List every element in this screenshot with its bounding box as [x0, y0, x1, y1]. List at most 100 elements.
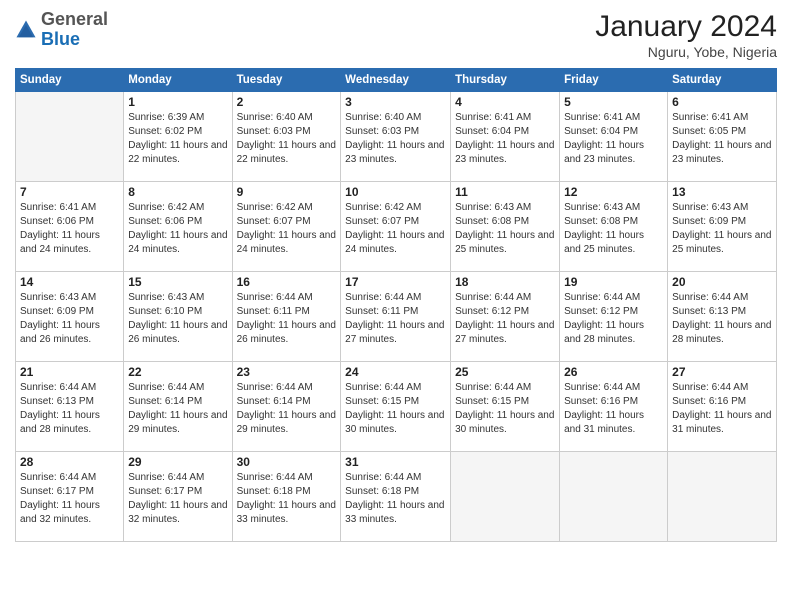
- day-info: Sunrise: 6:40 AMSunset: 6:03 PMDaylight:…: [237, 111, 337, 167]
- calendar-header-sunday: Sunday: [16, 69, 124, 92]
- day-info: Sunrise: 6:42 AMSunset: 6:06 PMDaylight:…: [128, 201, 227, 257]
- calendar-cell: 31Sunrise: 6:44 AMSunset: 6:18 PMDayligh…: [341, 452, 451, 542]
- day-info: Sunrise: 6:40 AMSunset: 6:03 PMDaylight:…: [345, 111, 446, 167]
- logo-general: General: [41, 9, 108, 29]
- day-info: Sunrise: 6:41 AMSunset: 6:06 PMDaylight:…: [20, 201, 119, 257]
- day-number: 15: [128, 275, 227, 289]
- day-number: 20: [672, 275, 772, 289]
- day-number: 1: [128, 95, 227, 109]
- day-info: Sunrise: 6:44 AMSunset: 6:17 PMDaylight:…: [128, 471, 227, 527]
- calendar-cell: 22 Sunrise: 6:44 AMSunset: 6:14 PMDayligh…: [124, 362, 232, 452]
- day-number: 27: [672, 365, 772, 379]
- day-number: 24: [345, 365, 446, 379]
- calendar-cell: 4 Sunrise: 6:41 AMSunset: 6:04 PMDaylight…: [451, 92, 560, 182]
- day-info: Sunrise: 6:43 AMSunset: 6:09 PMDaylight:…: [672, 201, 772, 257]
- day-info: Sunrise: 6:44 AMSunset: 6:11 PMDaylight:…: [345, 291, 446, 347]
- day-info: Sunrise: 6:44 AMSunset: 6:14 PMDaylight:…: [128, 381, 227, 437]
- calendar-cell: [668, 452, 777, 542]
- day-info: Sunrise: 6:43 AMSunset: 6:08 PMDaylight:…: [455, 201, 555, 257]
- day-number: 6: [672, 95, 772, 109]
- day-number: 4: [455, 95, 555, 109]
- day-number: 13: [672, 185, 772, 199]
- day-info: Sunrise: 6:44 AMSunset: 6:11 PMDaylight:…: [237, 291, 337, 347]
- calendar-cell: 11 Sunrise: 6:43 AMSunset: 6:08 PMDayligh…: [451, 182, 560, 272]
- calendar-header-wednesday: Wednesday: [341, 69, 451, 92]
- calendar-cell: 30 Sunrise: 6:44 AMSunset: 6:18 PMDayligh…: [232, 452, 341, 542]
- day-number: 16: [237, 275, 337, 289]
- calendar-cell: 2 Sunrise: 6:40 AMSunset: 6:03 PMDaylight…: [232, 92, 341, 182]
- day-number: 14: [20, 275, 119, 289]
- day-number: 2: [237, 95, 337, 109]
- day-info: Sunrise: 6:44 AMSunset: 6:16 PMDaylight:…: [672, 381, 772, 437]
- day-info: Sunrise: 6:42 AMSunset: 6:07 PMDaylight:…: [345, 201, 446, 257]
- day-number: 30: [237, 455, 337, 469]
- calendar-header-thursday: Thursday: [451, 69, 560, 92]
- calendar-cell: 7 Sunrise: 6:41 AMSunset: 6:06 PMDaylight…: [16, 182, 124, 272]
- day-number: 23: [237, 365, 337, 379]
- title-section: January 2024 Nguru, Yobe, Nigeria: [595, 10, 777, 60]
- calendar-cell: 20 Sunrise: 6:44 AMSunset: 6:13 PMDayligh…: [668, 272, 777, 362]
- calendar-cell: 3 Sunrise: 6:40 AMSunset: 6:03 PMDaylight…: [341, 92, 451, 182]
- day-number: 22: [128, 365, 227, 379]
- calendar-cell: 12 Sunrise: 6:43 AMSunset: 6:08 PMDayligh…: [560, 182, 668, 272]
- calendar-week-row: 1 Sunrise: 6:39 AMSunset: 6:02 PMDaylight…: [16, 92, 777, 182]
- day-info: Sunrise: 6:44 AMSunset: 6:13 PMDaylight:…: [20, 381, 119, 437]
- calendar-cell: 5 Sunrise: 6:41 AMSunset: 6:04 PMDaylight…: [560, 92, 668, 182]
- logo-icon: [15, 19, 37, 41]
- day-info: Sunrise: 6:44 AMSunset: 6:17 PMDaylight:…: [20, 471, 119, 527]
- calendar-cell: 13 Sunrise: 6:43 AMSunset: 6:09 PMDayligh…: [668, 182, 777, 272]
- day-info: Sunrise: 6:42 AMSunset: 6:07 PMDaylight:…: [237, 201, 337, 257]
- calendar-cell: 6Sunrise: 6:41 AMSunset: 6:05 PMDaylight…: [668, 92, 777, 182]
- calendar-header-friday: Friday: [560, 69, 668, 92]
- calendar-cell: 17 Sunrise: 6:44 AMSunset: 6:11 PMDayligh…: [341, 272, 451, 362]
- day-info: Sunrise: 6:41 AMSunset: 6:04 PMDaylight:…: [455, 111, 555, 167]
- day-number: 31: [345, 455, 446, 469]
- day-info: Sunrise: 6:44 AMSunset: 6:14 PMDaylight:…: [237, 381, 337, 437]
- calendar-cell: 23 Sunrise: 6:44 AMSunset: 6:14 PMDayligh…: [232, 362, 341, 452]
- day-info: Sunrise: 6:44 AMSunset: 6:15 PMDaylight:…: [455, 381, 555, 437]
- day-number: 7: [20, 185, 119, 199]
- day-info: Sunrise: 6:44 AMSunset: 6:16 PMDaylight:…: [564, 381, 663, 437]
- calendar-header-row: SundayMondayTuesdayWednesdayThursdayFrid…: [16, 69, 777, 92]
- calendar-cell: 29 Sunrise: 6:44 AMSunset: 6:17 PMDayligh…: [124, 452, 232, 542]
- calendar-cell: 18Sunrise: 6:44 AMSunset: 6:12 PMDayligh…: [451, 272, 560, 362]
- day-info: Sunrise: 6:43 AMSunset: 6:08 PMDaylight:…: [564, 201, 663, 257]
- day-info: Sunrise: 6:44 AMSunset: 6:15 PMDaylight:…: [345, 381, 446, 437]
- day-info: Sunrise: 6:39 AMSunset: 6:02 PMDaylight:…: [128, 111, 227, 167]
- calendar-week-row: 14 Sunrise: 6:43 AMSunset: 6:09 PMDayligh…: [16, 272, 777, 362]
- calendar-cell: 24 Sunrise: 6:44 AMSunset: 6:15 PMDayligh…: [341, 362, 451, 452]
- calendar-header-saturday: Saturday: [668, 69, 777, 92]
- calendar-cell: 10Sunrise: 6:42 AMSunset: 6:07 PMDayligh…: [341, 182, 451, 272]
- logo-blue: Blue: [41, 29, 80, 49]
- day-info: Sunrise: 6:44 AMSunset: 6:12 PMDaylight:…: [455, 291, 555, 347]
- day-info: Sunrise: 6:43 AMSunset: 6:09 PMDaylight:…: [20, 291, 119, 347]
- day-number: 11: [455, 185, 555, 199]
- day-number: 21: [20, 365, 119, 379]
- day-number: 8: [128, 185, 227, 199]
- calendar-cell: 25Sunrise: 6:44 AMSunset: 6:15 PMDayligh…: [451, 362, 560, 452]
- calendar-cell: 28 Sunrise: 6:44 AMSunset: 6:17 PMDayligh…: [16, 452, 124, 542]
- calendar-header-monday: Monday: [124, 69, 232, 92]
- logo-text: General Blue: [41, 10, 108, 50]
- logo: General Blue: [15, 10, 108, 50]
- calendar-cell: [16, 92, 124, 182]
- day-number: 12: [564, 185, 663, 199]
- calendar-cell: [560, 452, 668, 542]
- calendar-cell: 19Sunrise: 6:44 AMSunset: 6:12 PMDayligh…: [560, 272, 668, 362]
- day-number: 3: [345, 95, 446, 109]
- header: General Blue January 2024 Nguru, Yobe, N…: [15, 10, 777, 60]
- day-number: 29: [128, 455, 227, 469]
- day-number: 17: [345, 275, 446, 289]
- day-info: Sunrise: 6:41 AMSunset: 6:04 PMDaylight:…: [564, 111, 663, 167]
- day-number: 28: [20, 455, 119, 469]
- page: General Blue January 2024 Nguru, Yobe, N…: [0, 0, 792, 612]
- calendar-cell: 8 Sunrise: 6:42 AMSunset: 6:06 PMDaylight…: [124, 182, 232, 272]
- calendar-week-row: 21 Sunrise: 6:44 AMSunset: 6:13 PMDayligh…: [16, 362, 777, 452]
- day-number: 9: [237, 185, 337, 199]
- calendar-cell: 9 Sunrise: 6:42 AMSunset: 6:07 PMDaylight…: [232, 182, 341, 272]
- day-info: Sunrise: 6:44 AMSunset: 6:18 PMDaylight:…: [237, 471, 337, 527]
- calendar-cell: 26Sunrise: 6:44 AMSunset: 6:16 PMDayligh…: [560, 362, 668, 452]
- day-number: 5: [564, 95, 663, 109]
- calendar-cell: 21 Sunrise: 6:44 AMSunset: 6:13 PMDayligh…: [16, 362, 124, 452]
- day-info: Sunrise: 6:44 AMSunset: 6:13 PMDaylight:…: [672, 291, 772, 347]
